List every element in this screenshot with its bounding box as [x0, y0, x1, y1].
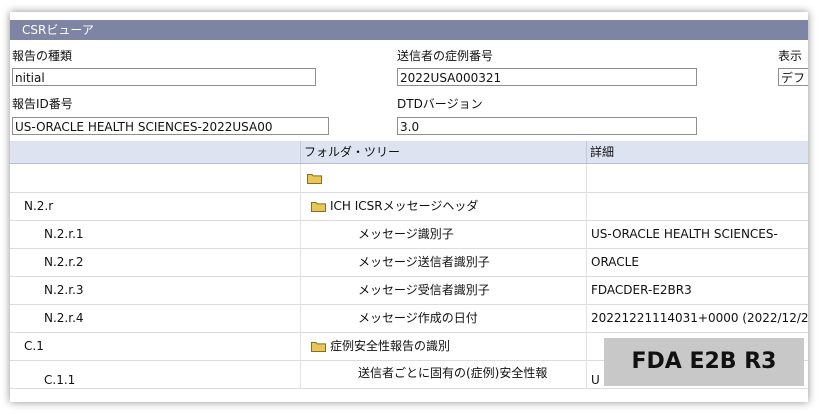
row-tree-cell[interactable]	[307, 164, 583, 192]
row-tree-label[interactable]: メッセージ受信者識別子	[358, 276, 583, 304]
dtd-label: DTDバージョン	[397, 97, 483, 111]
row-id: C.1	[24, 339, 44, 353]
csr-viewer-window: CSRビューア 報告の種類 nitial 送信者の症例番号 2022USA000…	[10, 12, 808, 402]
row-id: N.2.r.4	[44, 311, 84, 325]
column-header-folder-tree[interactable]: フォルダ・ツリー	[300, 141, 586, 163]
display-select[interactable]: デフ	[778, 68, 808, 86]
row-id: N.2.r	[24, 199, 54, 213]
row-tree-label[interactable]: メッセージ識別子	[358, 220, 583, 248]
row-detail: 20221221114031+0000 (2022/12/2	[591, 311, 808, 325]
row-detail: US-ORACLE HEALTH SCIENCES-	[591, 227, 778, 241]
row-detail	[592, 192, 808, 220]
folder-icon	[311, 201, 326, 212]
row-detail	[592, 164, 808, 192]
row-tree-label[interactable]: 送信者ごとに固有の(症例)安全性報	[358, 360, 583, 388]
table-row[interactable]: N.2.r.3 メッセージ受信者識別子 FDACDER-E2BR3	[10, 276, 808, 305]
table-row[interactable]	[10, 164, 808, 193]
row-id: N.2.r.1	[44, 227, 84, 241]
grid-header: フォルダ・ツリー 詳細	[10, 141, 808, 164]
row-id: N.2.r.3	[44, 283, 84, 297]
sender-case-label: 送信者の症例番号	[397, 49, 494, 63]
fda-e2b-r3-badge: FDA E2B R3	[604, 338, 804, 386]
row-detail: ORACLE	[591, 255, 639, 269]
table-row[interactable]: N.2.r.1 メッセージ識別子 US-ORACLE HEALTH SCIENC…	[10, 220, 808, 249]
report-type-label: 報告の種類	[12, 49, 73, 63]
display-label: 表示	[778, 49, 803, 63]
dtd-field[interactable]: 3.0	[397, 117, 697, 135]
column-header-detail[interactable]: 詳細	[586, 141, 808, 163]
folder-icon	[307, 173, 322, 184]
row-id: C.1.1	[44, 373, 76, 387]
table-row[interactable]: N.2.r.2 メッセージ送信者識別子 ORACLE	[10, 248, 808, 277]
row-detail: FDACDER-E2BR3	[591, 283, 692, 297]
row-id	[24, 164, 294, 192]
row-tree-label: ICH ICSRメッセージヘッダ	[330, 199, 479, 213]
title-bar: CSRビューア	[10, 20, 808, 40]
row-tree-cell[interactable]: 症例安全性報告の識別	[311, 332, 583, 360]
window-title: CSRビューア	[22, 23, 94, 37]
row-tree-label[interactable]: メッセージ送信者識別子	[358, 248, 583, 276]
sender-case-field[interactable]: 2022USA000321	[397, 68, 697, 86]
folder-icon	[311, 341, 326, 352]
report-type-field[interactable]: nitial	[12, 68, 316, 86]
row-tree-label[interactable]: メッセージ作成の日付	[358, 304, 583, 332]
report-id-field[interactable]: US-ORACLE HEALTH SCIENCES-2022USA00	[12, 117, 329, 135]
report-id-label: 報告ID番号	[12, 97, 73, 111]
row-tree-label: 症例安全性報告の識別	[330, 339, 451, 353]
table-row[interactable]: N.2.r.4 メッセージ作成の日付 20221221114031+0000 (…	[10, 304, 808, 333]
row-tree-cell[interactable]: ICH ICSRメッセージヘッダ	[311, 192, 583, 220]
row-id: N.2.r.2	[44, 255, 84, 269]
table-row[interactable]: N.2.r ICH ICSRメッセージヘッダ	[10, 192, 808, 221]
column-header-id[interactable]	[10, 141, 300, 163]
